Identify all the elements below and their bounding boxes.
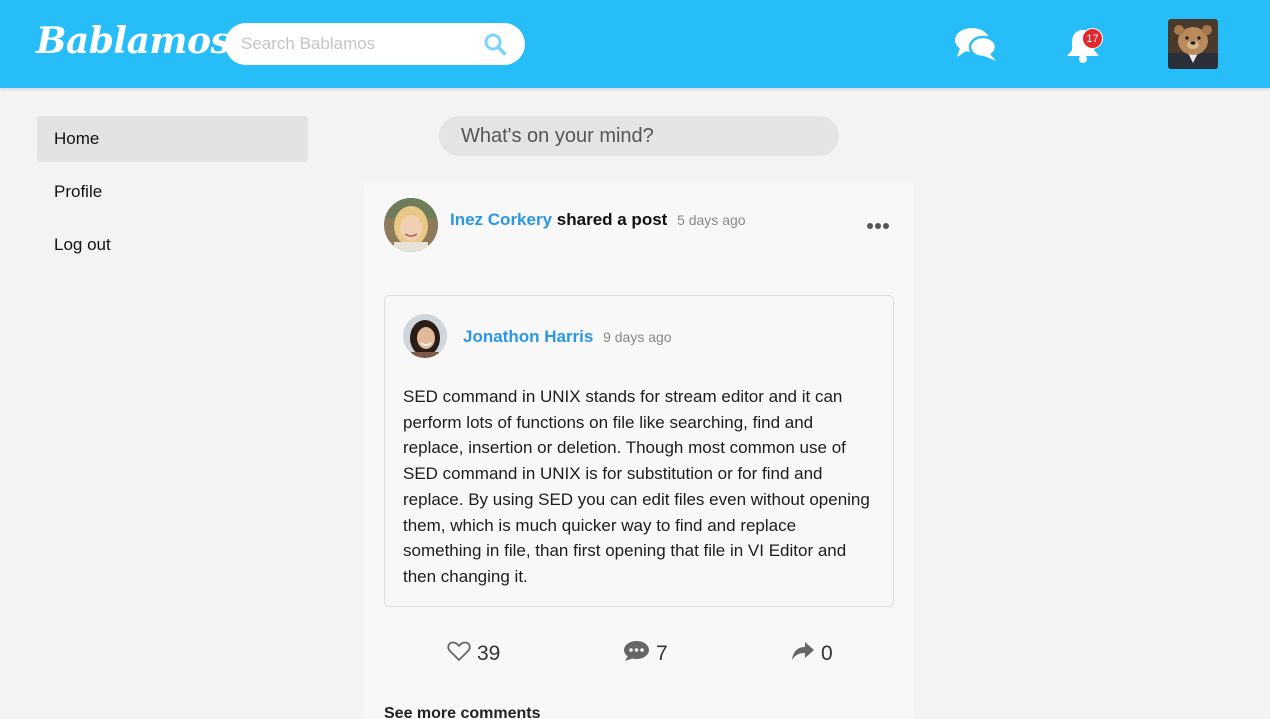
post-action-text: shared a post	[556, 210, 668, 229]
whats-on-your-mind-input[interactable]: What's on your mind?	[439, 116, 839, 156]
comment-count: 7	[656, 642, 668, 665]
post-header: Inez Corkery shared a post 5 days ago	[450, 210, 746, 230]
see-more-comments-link[interactable]: See more comments	[384, 705, 541, 719]
shared-author-name[interactable]: Jonathon Harris	[463, 327, 593, 346]
more-icon[interactable]	[866, 218, 890, 229]
post-timestamp[interactable]: 5 days ago	[677, 212, 746, 228]
comment-button[interactable]: 7	[623, 637, 668, 671]
shared-post-header: Jonathon Harris 9 days ago	[463, 327, 672, 347]
post-card: Inez Corkery shared a post 5 days ago Jo…	[364, 182, 914, 719]
heart-icon	[447, 640, 477, 668]
notification-badge: 17	[1082, 28, 1103, 49]
comment-icon	[623, 640, 656, 668]
shared-timestamp[interactable]: 9 days ago	[603, 329, 672, 345]
search-box	[225, 23, 525, 65]
like-count: 39	[477, 642, 501, 665]
user-avatar[interactable]	[1168, 19, 1218, 69]
search-input[interactable]	[241, 23, 481, 65]
post-author-name[interactable]: Inez Corkery	[450, 210, 552, 229]
search-icon[interactable]	[483, 32, 507, 56]
share-button[interactable]: 0	[791, 637, 833, 671]
post-actions: 39 7 0	[364, 637, 914, 671]
sidebar: Home Profile Log out	[37, 116, 308, 275]
share-icon	[791, 641, 821, 667]
top-navigation-bar: Bablamos 17	[0, 0, 1270, 88]
like-button[interactable]: 39	[447, 637, 500, 671]
post-author-avatar[interactable]	[384, 198, 438, 252]
sidebar-item-log-out[interactable]: Log out	[37, 222, 308, 268]
logo[interactable]: Bablamos	[36, 20, 231, 62]
sidebar-item-home[interactable]: Home	[37, 116, 308, 162]
shared-post-body: SED command in UNIX stands for stream ed…	[403, 387, 870, 586]
shared-post: Jonathon Harris 9 days ago SED command i…	[384, 295, 894, 607]
sidebar-item-profile[interactable]: Profile	[37, 169, 308, 215]
shared-author-avatar[interactable]	[403, 314, 447, 358]
chat-icon[interactable]	[954, 26, 998, 62]
share-count: 0	[821, 642, 833, 665]
